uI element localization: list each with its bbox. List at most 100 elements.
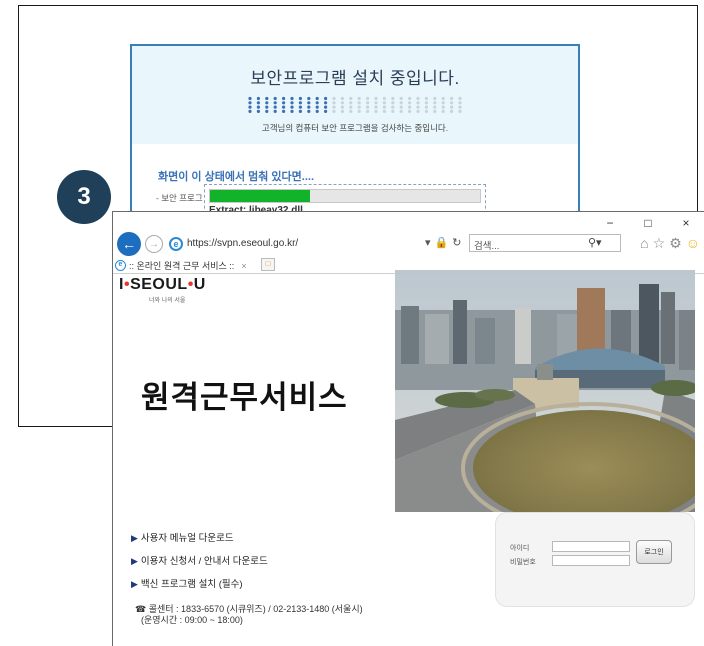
loading-dot: [399, 105, 403, 109]
id-label: 아이디: [510, 545, 530, 552]
loading-dot: [399, 96, 403, 101]
refresh-icon[interactable]: ↻: [452, 236, 461, 249]
loading-dot: [424, 96, 428, 101]
loading-dot: [332, 96, 336, 101]
application-download-link[interactable]: ▶ 이용자 신청서 / 안내서 다운로드: [131, 553, 268, 567]
settings-gear-icon[interactable]: ⚙: [669, 235, 682, 252]
loading-dot: [324, 101, 328, 105]
loading-dot: [391, 105, 395, 109]
loading-dot: [332, 109, 336, 113]
install-lower-area: 화면이 이 상태에서 멈춰 있다면.... - 보안 프로그 Extract: …: [132, 144, 578, 217]
iseoulu-logo: I•SEOUL•U: [119, 276, 206, 294]
loading-dot: [441, 96, 445, 101]
loading-dot: [382, 101, 386, 105]
search-icon[interactable]: ⚲▾: [588, 236, 602, 249]
navigation-bar: ← → e https://svpn.eseoul.go.kr/ ▾ 🔒 ↻ 검…: [113, 232, 704, 256]
close-button[interactable]: ×: [680, 216, 692, 230]
dropdown-icon[interactable]: ▾: [425, 236, 431, 249]
loading-dot: [408, 101, 412, 105]
forward-button[interactable]: →: [145, 235, 163, 253]
extract-progress-fill: [210, 190, 310, 202]
loading-dot: [315, 96, 319, 101]
loading-dot: [450, 105, 454, 109]
loading-dot: [433, 109, 437, 113]
favorites-star-icon[interactable]: ☆: [653, 235, 666, 252]
loading-dot: [391, 101, 395, 105]
loading-dot: [458, 105, 462, 109]
arrow-right-icon: ▶: [131, 556, 138, 566]
loading-dot: [307, 96, 311, 101]
loading-dot: [256, 105, 260, 109]
toolbar-icons: ⌂ ☆ ⚙ ☺: [640, 235, 700, 252]
new-tab-button[interactable]: □: [261, 258, 275, 271]
loading-dot: [408, 109, 412, 113]
logo-u: U: [193, 276, 206, 293]
vaccine-install-link[interactable]: ▶ 백신 프로그램 설치 (필수): [131, 576, 268, 590]
password-label: 비밀번호: [510, 559, 536, 566]
vaccine-install-label: 백신 프로그램 설치 (필수): [140, 579, 243, 590]
address-bar[interactable]: https://svpn.eseoul.go.kr/: [187, 238, 298, 249]
loading-dot: [357, 101, 361, 105]
loading-dot: [248, 109, 252, 113]
loading-dot: [256, 101, 260, 105]
loading-dot: [357, 109, 361, 113]
loading-dot: [399, 109, 403, 113]
loading-dot: [265, 96, 269, 101]
install-subtitle: 고객님의 컴퓨터 보안 프로그램을 검사하는 중입니다.: [261, 123, 449, 133]
download-links: ▶ 사용자 메뉴얼 다운로드 ▶ 이용자 신청서 / 안내서 다운로드 ▶ 백신 프로…: [131, 530, 268, 599]
loading-dot: [290, 109, 294, 113]
loading-dot: [349, 101, 353, 105]
loading-dot: [391, 96, 395, 101]
loading-dot: [416, 105, 420, 109]
loading-dot: [349, 96, 353, 101]
tab-remote-work[interactable]: e :: 온라인 원격 근무 서비스 :: ×: [115, 258, 247, 273]
loading-dots-icon: [248, 96, 462, 113]
loading-dot: [290, 105, 294, 109]
loading-dot: [357, 105, 361, 109]
back-button[interactable]: ←: [117, 232, 141, 256]
loading-dot: [340, 109, 344, 113]
search-input[interactable]: 검색... ⚲▾: [469, 234, 621, 252]
loading-dot: [307, 105, 311, 109]
ie-logo-icon: e: [169, 237, 183, 251]
loading-dot: [450, 109, 454, 113]
manual-download-link[interactable]: ▶ 사용자 메뉴얼 다운로드: [131, 530, 268, 544]
loading-dot: [256, 109, 260, 113]
login-button[interactable]: 로그인: [636, 540, 672, 564]
loading-dot: [298, 101, 302, 105]
tab-close-icon[interactable]: ×: [241, 261, 246, 271]
loading-dot: [382, 105, 386, 109]
arrow-right-icon: ▶: [131, 533, 138, 543]
password-field[interactable]: [552, 555, 630, 566]
application-download-label: 이용자 신청서 / 안내서 다운로드: [140, 556, 268, 567]
callcenter-line1: ☎ 콜센터 : 1833-6570 (시큐위즈) / 02-2133-1480 …: [135, 604, 363, 614]
loading-dot: [433, 105, 437, 109]
loading-dot: [324, 105, 328, 109]
loading-dot: [458, 109, 462, 113]
maximize-button[interactable]: □: [642, 216, 654, 230]
id-field[interactable]: [552, 541, 630, 552]
lock-icon[interactable]: 🔒: [435, 236, 449, 249]
home-icon[interactable]: ⌂: [640, 235, 648, 252]
loading-dot: [273, 109, 277, 113]
callcenter-line2: (운영시간 : 09:00 ~ 18:00): [141, 615, 243, 625]
loading-dot: [248, 101, 252, 105]
loading-dot: [307, 109, 311, 113]
loading-dot: [265, 105, 269, 109]
loading-dot: [349, 109, 353, 113]
loading-dot: [374, 109, 378, 113]
loading-dot: [282, 109, 286, 113]
loading-dot: [248, 96, 252, 101]
login-panel: 아이디 비밀번호 로그인: [495, 512, 695, 607]
loading-dot: [298, 109, 302, 113]
loading-dot: [349, 105, 353, 109]
feedback-smiley-icon[interactable]: ☺: [686, 235, 700, 252]
city-hall-plaza-photo: [395, 270, 695, 512]
loading-dot: [433, 101, 437, 105]
loading-dot: [382, 109, 386, 113]
minimize-button[interactable]: −: [604, 216, 616, 230]
loading-dot: [416, 96, 420, 101]
address-bar-icons: ▾ 🔒 ↻: [425, 236, 461, 249]
loading-dot: [366, 109, 370, 113]
loading-dot: [290, 96, 294, 101]
